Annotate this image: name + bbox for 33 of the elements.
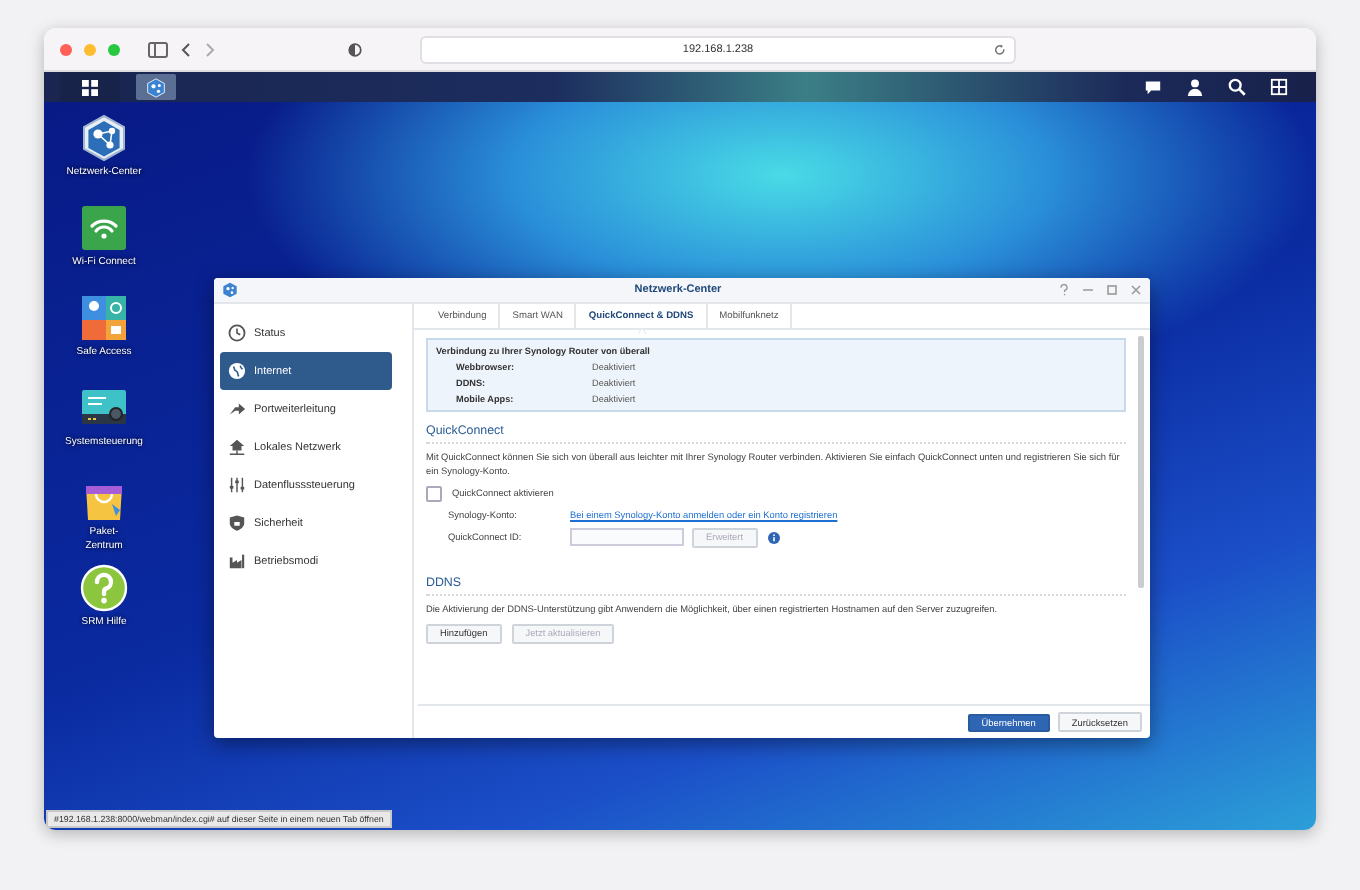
shield-icon <box>228 514 246 532</box>
checkbox[interactable] <box>426 485 442 502</box>
clock-icon <box>228 324 246 342</box>
maximize-icon[interactable] <box>1106 284 1118 296</box>
minimize-icon[interactable] <box>1082 284 1094 296</box>
info-icon[interactable] <box>767 531 779 544</box>
globe-icon <box>228 362 246 380</box>
back-icon[interactable] <box>180 41 192 57</box>
quickconnect-id-field[interactable] <box>570 528 684 547</box>
help-icon <box>80 564 128 612</box>
sidebar-icon[interactable] <box>148 41 168 57</box>
grid-icon <box>82 79 98 95</box>
reload-icon[interactable] <box>994 43 1006 55</box>
arrow-icon <box>228 400 246 418</box>
wifi-icon <box>80 204 128 252</box>
forward-icon[interactable] <box>204 41 216 57</box>
search-icon[interactable] <box>1228 78 1246 96</box>
main-menu-button[interactable] <box>60 72 120 102</box>
network-hexagon-icon <box>80 114 128 162</box>
factory-icon <box>228 552 246 570</box>
help-icon[interactable] <box>1058 284 1070 296</box>
network-house-icon <box>228 438 246 456</box>
close-light[interactable] <box>60 43 72 55</box>
close-icon[interactable] <box>1130 284 1142 296</box>
chat-icon[interactable] <box>1144 78 1162 96</box>
half-circle-icon[interactable] <box>348 41 362 57</box>
taskbar-app-button[interactable] <box>136 74 176 100</box>
zoom-light[interactable] <box>108 43 120 55</box>
user-icon[interactable] <box>1186 78 1204 96</box>
network-hexagon-icon <box>146 77 166 97</box>
shield-tiles-icon <box>80 294 128 342</box>
widget-icon[interactable] <box>1270 78 1288 96</box>
sliders-icon <box>228 476 246 494</box>
